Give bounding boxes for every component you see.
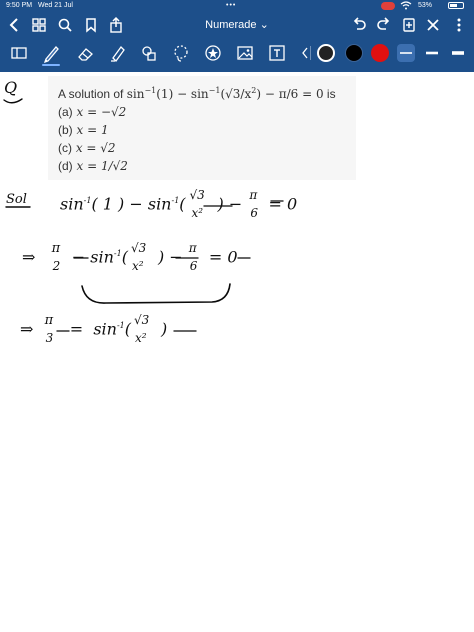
solution-line-1: sin-1( 1 ) − sin-1(√3 x²) − π6 = 0 bbox=[60, 188, 298, 220]
underbrace-stroke bbox=[81, 283, 231, 304]
color-swatch-red[interactable] bbox=[371, 44, 389, 62]
close-icon[interactable] bbox=[424, 16, 442, 34]
status-time: 9:50 PM bbox=[6, 2, 33, 9]
battery-icon bbox=[448, 2, 464, 9]
nav-bar: Numerade ⌄ bbox=[0, 12, 474, 38]
image-icon[interactable] bbox=[234, 42, 256, 64]
status-date: Wed 21 Jul bbox=[38, 2, 73, 9]
sticker-icon[interactable] bbox=[202, 42, 224, 64]
redo-icon[interactable] bbox=[375, 16, 393, 34]
add-page-icon[interactable] bbox=[400, 16, 418, 34]
q-underline bbox=[3, 98, 23, 104]
more-tools-chevron-icon[interactable] bbox=[294, 42, 316, 64]
shapes-icon[interactable] bbox=[138, 42, 160, 64]
handwritten-ink bbox=[3, 98, 284, 332]
toolbar-divider bbox=[310, 46, 311, 60]
lasso-icon[interactable] bbox=[170, 42, 192, 64]
solution-line-3: ⇒ π3 = sin-1(√3 x²) bbox=[20, 313, 168, 345]
wifi-icon bbox=[400, 1, 412, 12]
battery-percent: 53% bbox=[418, 2, 433, 9]
color-swatch-black[interactable] bbox=[345, 44, 363, 62]
highlighter-icon[interactable] bbox=[106, 42, 128, 64]
solution-label: Sol bbox=[6, 192, 27, 207]
title-chevron-down-icon: ⌄ bbox=[259, 19, 269, 31]
pen-icon[interactable] bbox=[40, 42, 62, 66]
undo-icon[interactable] bbox=[350, 16, 368, 34]
status-bar: 9:50 PM Wed 21 Jul ••• 53% bbox=[0, 0, 474, 12]
more-options-icon[interactable] bbox=[450, 16, 468, 34]
stroke-thin-icon[interactable] bbox=[395, 42, 417, 64]
question-mark-label: Q bbox=[4, 78, 18, 97]
stroke-medium-icon[interactable] bbox=[421, 42, 443, 64]
multitasking-dots[interactable]: ••• bbox=[226, 2, 236, 9]
solution-line-2: ⇒ π2 − sin-1(√3 x²) − π6 = 0 bbox=[22, 241, 238, 273]
drawing-toolbar bbox=[0, 38, 474, 68]
color-swatch-dark[interactable] bbox=[317, 44, 335, 62]
text-icon[interactable] bbox=[266, 42, 288, 64]
screen-record-indicator bbox=[381, 2, 395, 10]
stroke-thick-icon[interactable] bbox=[447, 42, 469, 64]
eraser-icon[interactable] bbox=[74, 42, 96, 64]
sidebar-icon[interactable] bbox=[8, 42, 30, 64]
